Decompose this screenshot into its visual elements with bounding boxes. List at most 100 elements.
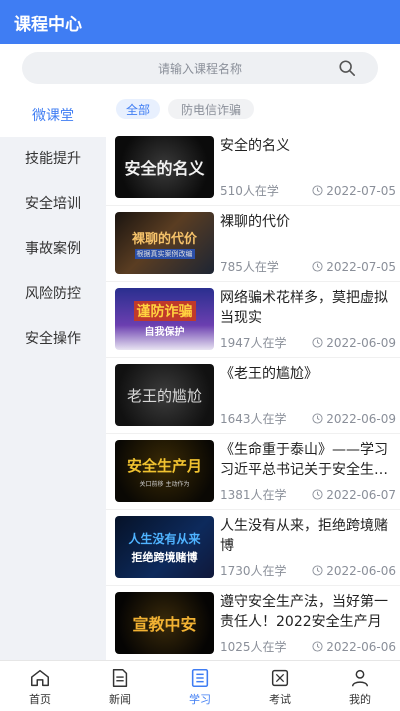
category-sidebar: 微课堂 技能提升 安全培训 事故案例 风险防控 安全操作 <box>0 92 106 660</box>
course-meta: 1381人在学 2022-06-07 <box>220 486 396 503</box>
sidebar-item-safe-operation[interactable]: 安全操作 <box>0 315 106 360</box>
course-meta: 1947人在学 2022-06-09 <box>220 334 396 351</box>
course-thumbnail: 人生没有从来 拒绝跨境赌博 <box>115 516 214 578</box>
course-item[interactable]: 谨防诈骗 自我保护 网络骗术花样多，莫把虚拟当现实 1947人在学 2022-0… <box>106 282 400 358</box>
thumbnail-text: 裸聊的代价 <box>131 231 197 247</box>
course-list-panel: 全部 防电信诈骗 安全的名义 安全的名义 510人在学 2022-07-05 裸… <box>106 92 400 660</box>
publish-date: 2022-07-05 <box>312 260 396 274</box>
course-title: 网络骗术花样多，莫把虚拟当现实 <box>220 290 388 326</box>
publish-date: 2022-06-09 <box>312 412 396 426</box>
filter-chips: 全部 防电信诈骗 <box>106 99 400 121</box>
learner-count: 1947人在学 <box>220 336 287 350</box>
publish-date: 2022-06-07 <box>312 488 396 502</box>
home-icon <box>31 669 49 686</box>
course-meta: 510人在学 2022-07-05 <box>220 182 396 199</box>
learner-count: 510人在学 <box>220 184 279 198</box>
clock-icon <box>312 261 323 272</box>
course-title: 遵守安全生产法，当好第一责任人！2022安全生产月 <box>220 594 388 630</box>
thumbnail-subtext: 自我保护 <box>144 326 185 338</box>
date-text: 2022-06-07 <box>326 487 396 502</box>
publish-date: 2022-06-06 <box>312 640 396 654</box>
thumbnail-text: 人生没有从来 <box>128 531 201 546</box>
learner-count: 1381人在学 <box>220 488 287 502</box>
course-item[interactable]: 老王的尴尬 《老王的尴尬》 1643人在学 2022-06-09 <box>106 358 400 434</box>
exam-icon <box>271 669 289 686</box>
course-thumbnail: 宣教中安 <box>115 592 214 654</box>
tab-study[interactable]: 学习 <box>160 661 240 711</box>
tab-profile[interactable]: 我的 <box>320 661 400 711</box>
thumbnail-subtext: 拒绝跨境赌博 <box>131 550 198 564</box>
date-text: 2022-06-09 <box>326 335 396 350</box>
date-text: 2022-07-05 <box>326 183 396 198</box>
course-thumbnail: 安全生产月 关口前移 主动作为 <box>115 440 214 502</box>
search-input[interactable]: 请输入课程名称 <box>22 52 378 84</box>
course-thumbnail: 谨防诈骗 自我保护 <box>115 288 214 350</box>
sidebar-item-skills[interactable]: 技能提升 <box>0 135 106 180</box>
filter-chip-telecom-fraud[interactable]: 防电信诈骗 <box>168 99 254 119</box>
course-meta: 1730人在学 2022-06-06 <box>220 562 396 579</box>
sidebar-item-safety-training[interactable]: 安全培训 <box>0 180 106 225</box>
sidebar-item-micro-class[interactable]: 微课堂 <box>0 92 106 137</box>
course-item[interactable]: 人生没有从来 拒绝跨境赌博 人生没有从来，拒绝跨境赌博 1730人在学 2022… <box>106 510 400 586</box>
sidebar-item-label: 事故案例 <box>25 240 81 257</box>
tab-label: 首页 <box>29 692 51 706</box>
learner-count: 785人在学 <box>220 260 279 274</box>
tab-exam[interactable]: 考试 <box>240 661 320 711</box>
clock-icon <box>312 641 323 652</box>
course-meta: 785人在学 2022-07-05 <box>220 258 396 275</box>
news-icon <box>112 668 128 687</box>
learner-count: 1643人在学 <box>220 412 287 426</box>
course-thumbnail: 老王的尴尬 <box>115 364 214 426</box>
course-title: 人生没有从来，拒绝跨境赌博 <box>220 518 388 554</box>
course-item[interactable]: 裸聊的代价 根据真实案例改编 裸聊的代价 785人在学 2022-07-05 <box>106 206 400 282</box>
course-item[interactable]: 安全的名义 安全的名义 510人在学 2022-07-05 <box>106 130 400 206</box>
filter-chip-label: 防电信诈骗 <box>180 102 241 117</box>
profile-icon <box>351 669 369 686</box>
search-placeholder: 请输入课程名称 <box>157 61 242 76</box>
course-thumbnail: 安全的名义 <box>115 136 214 198</box>
clock-icon <box>312 489 323 500</box>
tab-label: 学习 <box>189 692 211 706</box>
thumbnail-subtext: 关口前移 主动作为 <box>139 480 190 488</box>
sidebar-item-label: 技能提升 <box>25 150 81 167</box>
bottom-tab-bar: 首页 新闻 学习 考试 我的 <box>0 660 400 711</box>
clock-icon <box>312 337 323 348</box>
tab-label: 我的 <box>349 692 371 706</box>
learner-count: 1025人在学 <box>220 640 287 654</box>
date-text: 2022-06-09 <box>326 411 396 426</box>
clock-icon <box>312 565 323 576</box>
clock-icon <box>312 185 323 196</box>
date-text: 2022-06-06 <box>326 563 396 578</box>
course-item[interactable]: 宣教中安 遵守安全生产法，当好第一责任人！2022安全生产月 1025人在学 2… <box>106 586 400 660</box>
sidebar-item-label: 微课堂 <box>32 107 74 124</box>
course-meta: 1025人在学 2022-06-06 <box>220 638 396 655</box>
sidebar-item-label: 风险防控 <box>25 285 81 302</box>
publish-date: 2022-06-09 <box>312 336 396 350</box>
course-item[interactable]: 安全生产月 关口前移 主动作为 《生命重于泰山》——学习习近平总书记关于安全生产… <box>106 434 400 510</box>
tab-label: 考试 <box>269 692 291 706</box>
search-bar: 请输入课程名称 <box>0 44 400 92</box>
sidebar-item-label: 安全操作 <box>25 330 81 347</box>
thumbnail-text: 安全生产月 <box>126 456 202 475</box>
filter-chip-label: 全部 <box>125 102 150 117</box>
sidebar-item-risk-control[interactable]: 风险防控 <box>0 270 106 315</box>
tab-label: 新闻 <box>109 692 131 706</box>
filter-chip-all[interactable]: 全部 <box>116 99 160 119</box>
thumbnail-text: 安全的名义 <box>124 159 205 178</box>
thumbnail-text: 谨防诈骗 <box>133 300 196 321</box>
thumbnail-text: 老王的尴尬 <box>126 386 202 405</box>
course-thumbnail: 裸聊的代价 根据真实案例改编 <box>115 212 214 274</box>
page-header: 课程中心 <box>0 0 400 44</box>
course-title: 《生命重于泰山》——学习习近平总书记关于安全生产重要论述 <box>220 442 388 478</box>
search-icon[interactable] <box>338 59 356 77</box>
course-title: 裸聊的代价 <box>220 214 290 230</box>
thumbnail-text: 宣教中安 <box>132 615 197 634</box>
page-title: 课程中心 <box>14 14 82 35</box>
course-meta: 1643人在学 2022-06-09 <box>220 410 396 427</box>
thumbnail-subtext: 根据真实案例改编 <box>134 248 195 259</box>
sidebar-item-accident-cases[interactable]: 事故案例 <box>0 225 106 270</box>
tab-news[interactable]: 新闻 <box>80 661 160 711</box>
publish-date: 2022-06-06 <box>312 564 396 578</box>
tab-home[interactable]: 首页 <box>0 661 80 711</box>
study-icon <box>191 668 209 687</box>
